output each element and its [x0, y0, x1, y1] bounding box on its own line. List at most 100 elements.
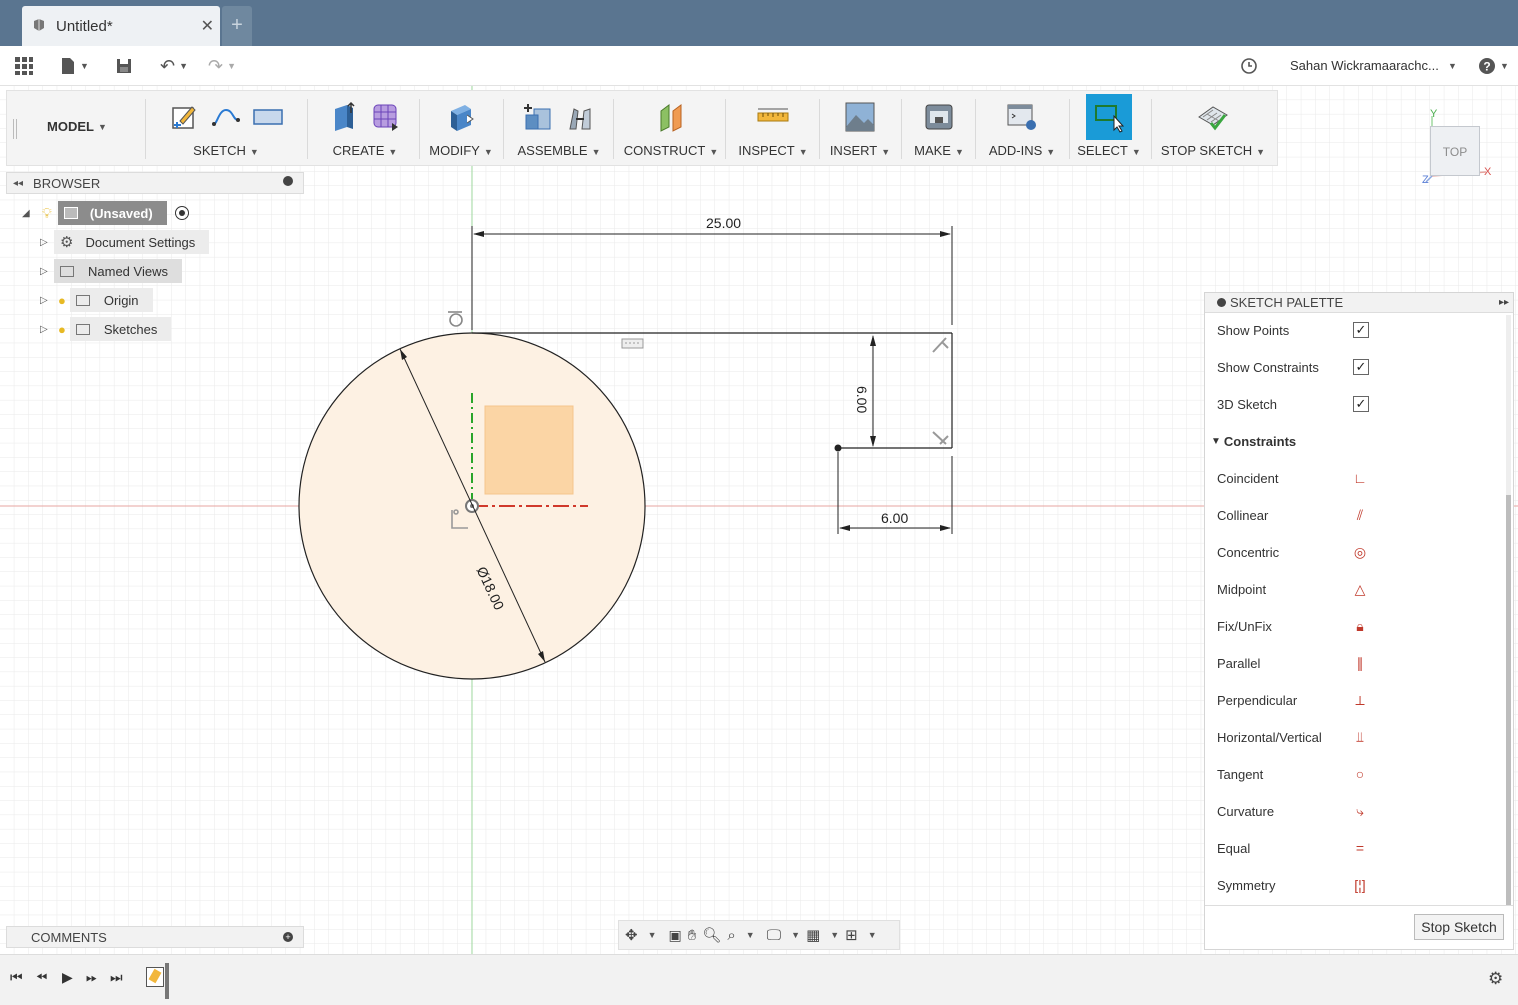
constraint-tangent[interactable]: Tangent ○	[1217, 762, 1497, 786]
go-to-start-icon[interactable]: ⏮	[10, 969, 23, 986]
browser-item-document-settings[interactable]: ▷ ⚙ Document Settings	[40, 230, 210, 254]
constraint-curvature[interactable]: Curvature ⤷	[1217, 799, 1497, 823]
extrude-icon[interactable]	[328, 101, 360, 133]
step-forward-icon[interactable]: ⏩︎	[86, 969, 97, 986]
add-comment-icon[interactable]: +	[283, 932, 293, 942]
timeline-sketch-feature-icon[interactable]	[146, 967, 164, 987]
document-tab[interactable]: Untitled* ✕	[22, 6, 220, 46]
visibility-bulb-icon[interactable]: ●	[58, 322, 66, 337]
palette-collapse-icon[interactable]	[1217, 298, 1226, 307]
visibility-bulb-icon[interactable]: ●	[58, 293, 66, 308]
joint-icon[interactable]	[564, 101, 596, 133]
timeline-settings-gear-icon[interactable]: ⚙	[1488, 969, 1503, 989]
constraint-fix-unfix[interactable]: Fix/UnFix 🔒︎	[1217, 614, 1497, 638]
constraint-perpendicular[interactable]: Perpendicular ⟂	[1217, 688, 1497, 712]
undo-button[interactable]: ↶ ▼	[160, 54, 188, 78]
activate-radio-icon[interactable]	[174, 206, 189, 220]
stop-sketch-icon[interactable]	[1197, 101, 1229, 133]
inspect-menu[interactable]: INSPECT ▼	[738, 143, 807, 158]
collapse-triangle-icon[interactable]: ◢	[22, 208, 36, 219]
data-panel-button[interactable]	[14, 54, 34, 78]
expand-triangle-icon[interactable]: ▷	[40, 237, 54, 248]
select-tool-icon[interactable]	[1086, 94, 1132, 140]
form-icon[interactable]	[370, 101, 402, 133]
sketch-palette-header[interactable]: SKETCH PALETTE ▸▸	[1205, 293, 1513, 313]
show-points-checkbox[interactable]: ✓	[1353, 322, 1369, 338]
close-tab-icon[interactable]: ✕	[201, 16, 214, 36]
new-tab-button[interactable]: +	[222, 6, 252, 46]
timeline-marker[interactable]	[165, 963, 169, 999]
browser-root[interactable]: ◢ 💡︎ (Unsaved)	[22, 201, 189, 225]
construct-menu[interactable]: CONSTRUCT ▼	[624, 143, 719, 158]
horizontal-constraint-icon[interactable]	[621, 338, 644, 349]
new-component-icon[interactable]	[522, 101, 554, 133]
bottom-dimension-value[interactable]: 6.00	[881, 510, 908, 526]
workspace-switcher[interactable]: MODEL ▼	[47, 119, 107, 134]
comments-panel-header[interactable]: COMMENTS +	[6, 926, 304, 948]
scripts-addins-icon[interactable]	[1006, 101, 1038, 133]
addins-menu[interactable]: ADD-INS ▼	[989, 143, 1055, 158]
offset-plane-icon[interactable]	[655, 101, 687, 133]
step-back-icon[interactable]: ⏪︎	[36, 969, 47, 986]
browser-item-named-views[interactable]: ▷ Named Views	[40, 259, 182, 283]
save-button[interactable]	[116, 54, 132, 78]
grid-settings-icon[interactable]: ▦	[806, 926, 820, 944]
expand-triangle-icon[interactable]: ▷	[40, 266, 54, 277]
rectangle-tool-icon[interactable]	[252, 101, 284, 133]
view-cube[interactable]: TOP Y X Z	[1422, 108, 1494, 188]
collapse-left-icon[interactable]: ◂◂	[13, 178, 23, 189]
pan-icon[interactable]: ✋︎	[688, 927, 697, 944]
create-sketch-icon[interactable]	[168, 101, 200, 133]
constraint-collinear[interactable]: Collinear ⫽	[1217, 503, 1497, 527]
palette-expand-icon[interactable]: ▸▸	[1499, 297, 1509, 308]
create-menu[interactable]: CREATE ▼	[333, 143, 398, 158]
constraint-concentric[interactable]: Concentric ◎	[1217, 540, 1497, 564]
constraint-equal[interactable]: Equal =	[1217, 836, 1497, 860]
sketch-menu[interactable]: SKETCH ▼	[193, 143, 259, 158]
go-to-end-icon[interactable]: ⏭	[110, 969, 123, 986]
view-cube-top-face[interactable]: TOP	[1430, 126, 1480, 176]
display-settings-icon[interactable]: 🖵︎	[767, 927, 781, 944]
palette-scrollbar[interactable]	[1506, 315, 1511, 905]
constraint-horizontal-vertical[interactable]: Horizontal/Vertical ⫫	[1217, 725, 1497, 749]
modify-menu[interactable]: MODIFY ▼	[429, 143, 492, 158]
3d-print-icon[interactable]	[923, 101, 955, 133]
constraint-midpoint[interactable]: Midpoint △	[1217, 577, 1497, 601]
browser-item-sketches[interactable]: ▷ ● Sketches	[40, 317, 172, 341]
browser-pin-icon[interactable]	[283, 176, 293, 186]
expand-triangle-icon[interactable]: ▷	[40, 295, 54, 306]
stop-sketch-menu[interactable]: STOP SKETCH ▼	[1161, 143, 1265, 158]
help-button[interactable]: ? ▼	[1478, 54, 1509, 78]
file-menu-button[interactable]: ▼	[60, 54, 89, 78]
sketch-point[interactable]	[834, 444, 842, 452]
redo-button[interactable]: ↷ ▼	[208, 54, 236, 78]
insert-image-icon[interactable]	[844, 101, 876, 133]
3d-sketch-checkbox[interactable]: ✓	[1353, 396, 1369, 412]
line-tool-icon[interactable]	[210, 101, 242, 133]
height-dimension-value[interactable]: 6.00	[854, 386, 870, 413]
make-menu[interactable]: MAKE ▼	[914, 143, 964, 158]
fit-icon[interactable]: ⌕	[727, 927, 735, 944]
width-dimension-value[interactable]: 25.00	[706, 215, 741, 231]
expand-triangle-icon[interactable]: ▷	[40, 324, 54, 335]
constraints-section-header[interactable]: ▼ Constraints	[1211, 429, 1491, 453]
assemble-menu[interactable]: ASSEMBLE ▼	[517, 143, 600, 158]
viewports-icon[interactable]: ⊞	[845, 926, 858, 944]
press-pull-icon[interactable]	[445, 101, 477, 133]
job-status-button[interactable]	[1240, 54, 1258, 78]
browser-header[interactable]: ◂◂ BROWSER	[6, 172, 304, 194]
show-constraints-checkbox[interactable]: ✓	[1353, 359, 1369, 375]
user-account-menu[interactable]: Sahan Wickramaarachc...	[1290, 58, 1439, 73]
zoom-icon[interactable]: 🔍︎	[702, 926, 721, 944]
look-at-icon[interactable]: ▣	[669, 927, 682, 944]
constraint-coincident[interactable]: Coincident ∟	[1217, 466, 1497, 490]
browser-item-origin[interactable]: ▷ ● Origin	[40, 288, 153, 312]
measure-icon[interactable]	[757, 101, 789, 133]
select-menu[interactable]: SELECT ▼	[1077, 143, 1141, 158]
constraint-parallel[interactable]: Parallel ∥	[1217, 651, 1497, 675]
orbit-icon[interactable]: ✥	[625, 926, 638, 944]
constraint-symmetry[interactable]: Symmetry [¦]	[1217, 873, 1497, 897]
visibility-bulb-icon[interactable]: 💡︎	[42, 205, 52, 222]
stop-sketch-button[interactable]: Stop Sketch	[1414, 914, 1504, 940]
toolbar-grip[interactable]	[13, 119, 17, 139]
